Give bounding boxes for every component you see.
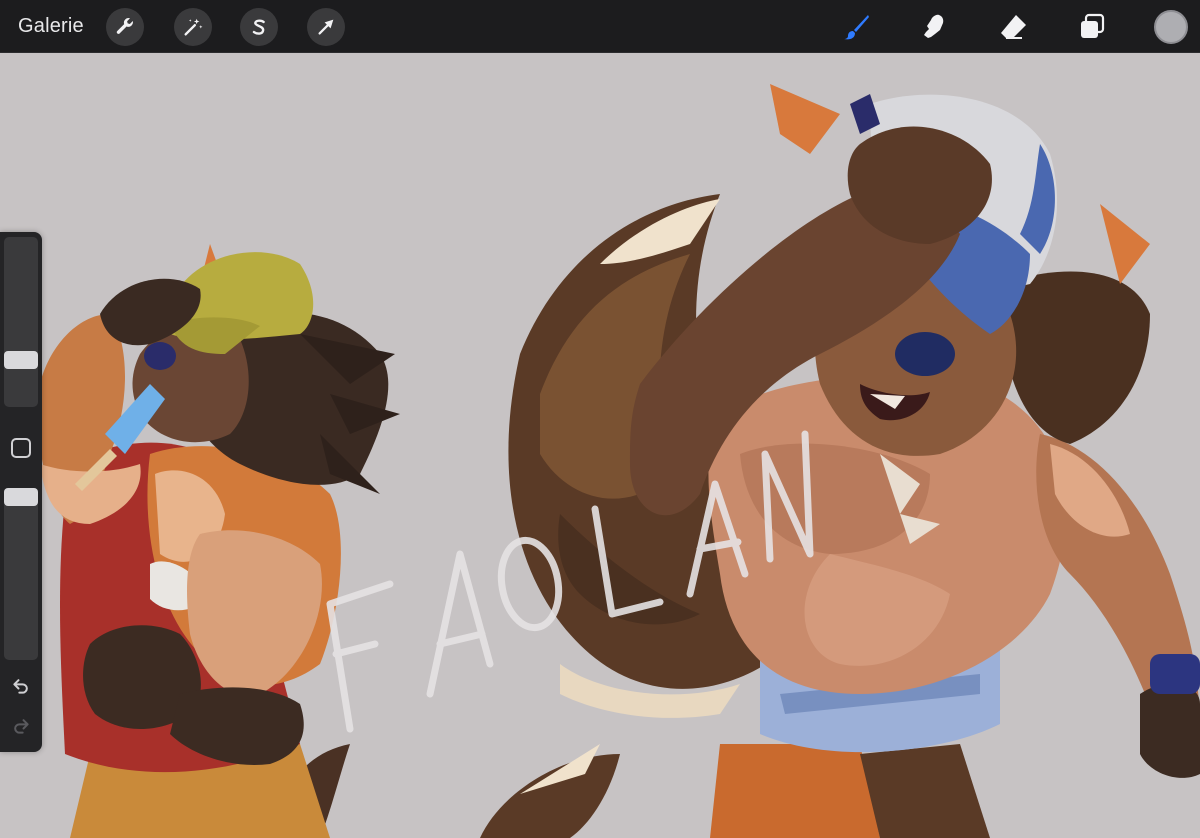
undo-button[interactable] — [9, 674, 33, 698]
smudge-button[interactable] — [914, 8, 952, 46]
undo-icon — [13, 679, 28, 694]
color-picker-button[interactable] — [1154, 10, 1188, 44]
procreate-app: Galerie — [0, 0, 1200, 838]
right-character-figure — [480, 84, 1200, 838]
opacity-slider-thumb[interactable] — [4, 488, 38, 506]
drawing-canvas[interactable]: FAOLAN — [0, 54, 1200, 838]
layers-icon — [1081, 13, 1105, 38]
adjustments-button[interactable] — [174, 8, 212, 46]
brush-icon — [844, 15, 869, 40]
brush-sidebar — [0, 232, 42, 752]
transform-button[interactable] — [307, 8, 345, 46]
brush-size-slider[interactable] — [4, 237, 38, 407]
eraser-button[interactable] — [994, 8, 1032, 46]
smudge-finger-icon — [924, 14, 944, 38]
brush-size-slider-thumb[interactable] — [4, 351, 38, 369]
magic-wand-icon — [184, 18, 203, 36]
gallery-button[interactable]: Galerie — [18, 14, 84, 38]
redo-icon — [14, 719, 29, 734]
brush-button[interactable] — [837, 8, 875, 46]
artwork — [38, 84, 1200, 838]
actions-button[interactable] — [106, 8, 144, 46]
wrench-icon — [116, 18, 133, 34]
top-toolbar: Galerie — [0, 0, 1200, 53]
selection-s-icon — [252, 19, 265, 35]
modify-button[interactable] — [11, 438, 31, 458]
left-character-figure — [38, 244, 400, 838]
eraser-icon — [1001, 15, 1026, 39]
redo-button[interactable] — [9, 714, 33, 738]
layers-button[interactable] — [1073, 8, 1111, 46]
selection-button[interactable] — [240, 8, 278, 46]
opacity-slider[interactable] — [4, 488, 38, 660]
arrow-cursor-icon — [318, 19, 334, 35]
